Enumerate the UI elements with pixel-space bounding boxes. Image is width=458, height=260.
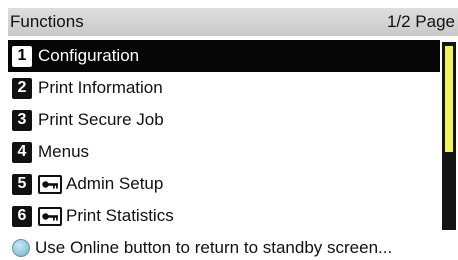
page-title: Functions: [10, 12, 84, 31]
menu-item-label: Admin Setup: [66, 174, 164, 193]
page-indicator: 1/2 Page: [386, 12, 455, 31]
item-number-badge: 3: [12, 109, 32, 131]
menu-item-label: Print Statistics: [66, 206, 174, 225]
menu-item-print-information[interactable]: 2 Print Information: [8, 72, 440, 104]
functions-menu: 1 Configuration 2 Print Information 3 Pr…: [8, 40, 440, 232]
online-button-icon: [12, 239, 30, 257]
hint-text: Use Online button to return to standby s…: [35, 238, 393, 257]
item-number-badge: 1: [12, 45, 32, 67]
menu-item-admin-setup[interactable]: 5 Admin Setup: [8, 168, 440, 200]
menu-item-print-secure-job[interactable]: 3 Print Secure Job: [8, 104, 440, 136]
menu-item-label: Print Information: [38, 78, 163, 97]
menu-item-configuration[interactable]: 1 Configuration: [8, 40, 440, 72]
key-icon: [38, 206, 62, 226]
menu-item-label: Menus: [38, 142, 90, 161]
item-number-badge: 4: [12, 141, 32, 163]
functions-panel: Functions 1/2 Page 1 Configuration 2 Pri…: [8, 8, 458, 260]
item-number-badge: 2: [12, 77, 32, 99]
menu-item-label: Configuration: [38, 46, 140, 65]
scrollbar-thumb[interactable]: [445, 46, 453, 152]
key-icon: [38, 174, 62, 194]
item-number-badge: 6: [12, 205, 32, 227]
item-number-badge: 5: [12, 173, 32, 195]
header-bar: Functions 1/2 Page: [8, 8, 458, 36]
menu-item-print-statistics[interactable]: 6 Print Statistics: [8, 200, 440, 232]
menu-item-label: Print Secure Job: [38, 110, 164, 129]
menu-item-menus[interactable]: 4 Menus: [8, 136, 440, 168]
status-hint: Use Online button to return to standby s…: [8, 236, 458, 260]
